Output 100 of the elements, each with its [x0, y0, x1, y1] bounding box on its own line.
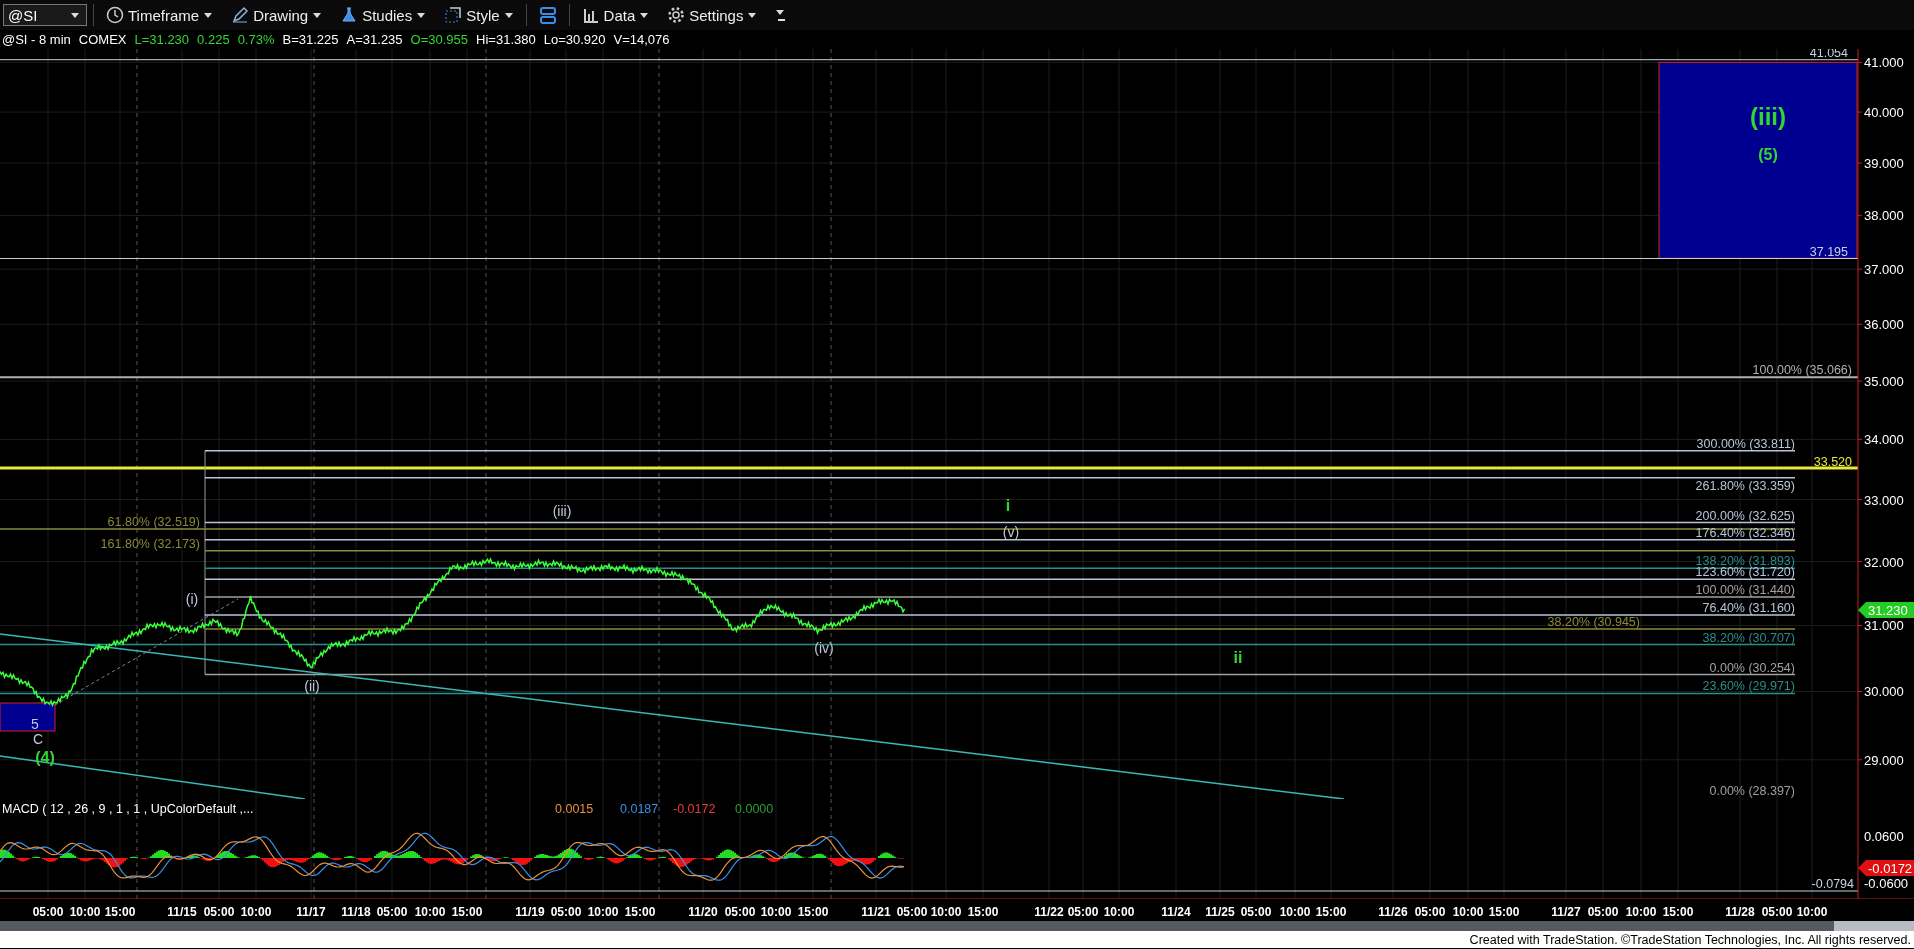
price-axis-label: 35.000	[1864, 374, 1904, 390]
time-axis-label: 15:00	[1488, 905, 1520, 919]
time-axis-label: 10:00	[930, 905, 962, 919]
toolbar-button[interactable]: Timeframe	[100, 3, 220, 27]
time-axis-label: 05:00	[203, 905, 235, 919]
price-axis-label: 39.000	[1864, 156, 1904, 172]
time-axis-label: 05:00	[1761, 905, 1793, 919]
time-axis-label: 11/22	[1034, 905, 1064, 919]
price-axis-label: 40.000	[1864, 105, 1904, 121]
macd-title: MACD ( 12 , 26 , 9 , 1 , 1 , UpColorDefault ,...	[2, 802, 254, 816]
caret-icon	[747, 10, 758, 20]
quote-value: @SI - 8 min	[2, 32, 71, 47]
toolbar-button[interactable]: Style	[438, 3, 520, 27]
toolbar-button[interactable]: Studies	[334, 3, 433, 27]
time-axis-label: 11/25	[1205, 905, 1235, 919]
dashed-square-icon	[444, 6, 463, 24]
price-axis-label: 34.000	[1864, 432, 1904, 448]
toolbar-button[interactable]: Drawing	[225, 3, 329, 27]
time-axis-label: 15:00	[624, 905, 656, 919]
caret-icon	[416, 10, 427, 20]
time-axis-label: 15:00	[104, 905, 136, 919]
bar-chart-icon	[581, 6, 600, 24]
time-axis-label: 15:00	[797, 905, 829, 919]
time-axis-label: 10:00	[1625, 905, 1657, 919]
fibonacci-level-label: 61.80% (32.519)	[107, 515, 200, 530]
time-axis-label: 10:00	[1452, 905, 1484, 919]
price-axis-label: 41.000	[1864, 55, 1904, 71]
fibonacci-level-label: 161.80% (32.173)	[100, 536, 200, 551]
quote-value: 0.73%	[237, 32, 275, 47]
fibonacci-level-label: 100.00% (31.440)	[1695, 583, 1795, 598]
flask-icon	[340, 6, 359, 24]
macd-axis-label: 0.0600	[1864, 829, 1904, 844]
price-level-label: 33.520	[1813, 455, 1852, 470]
price-level-label: -0.0794	[1811, 877, 1854, 891]
copyright-text: Created with TradeStation. ©TradeStation Technologies, Inc. All rights reserved.	[1469, 932, 1911, 947]
quote-value: B=31.225	[282, 32, 339, 47]
fibonacci-level-label: 0.00% (30.254)	[1709, 660, 1795, 675]
time-axis-label: 05:00	[1240, 905, 1272, 919]
price-axis-label: 31.000	[1864, 618, 1904, 634]
price-axis-label: 38.000	[1864, 208, 1904, 224]
price-axis-label: 36.000	[1864, 317, 1904, 333]
price-axis-label: 29.000	[1864, 752, 1904, 768]
price-axis-label: 30.000	[1864, 684, 1904, 700]
clock-icon	[106, 6, 124, 24]
time-axis-label: 10:00	[587, 905, 619, 919]
price-axis-label: 37.000	[1864, 262, 1904, 278]
quote-value: O=30.955	[410, 32, 469, 47]
price-level-label: 37.195	[1809, 244, 1848, 259]
time-axis-label: 05:00	[896, 905, 928, 919]
wave-label: 5	[31, 716, 39, 732]
symbol-dropdown[interactable]: @SI	[3, 4, 87, 26]
time-axis-label: 05:00	[1587, 905, 1619, 919]
wave-label: (i)	[185, 591, 199, 607]
time-axis-label: 10:00	[240, 905, 272, 919]
toolbar-button[interactable]: Data	[575, 3, 656, 27]
fibonacci-level-label: 38.20% (30.945)	[1547, 615, 1640, 630]
scrollbar-thumb[interactable]	[1834, 921, 1914, 931]
price-axis-label: 32.000	[1864, 554, 1904, 570]
time-axis-label: 11/21	[861, 905, 891, 919]
macd-axis-label: -0.0600	[1864, 876, 1909, 891]
wave-label: (ii)	[304, 678, 320, 694]
time-axis-label: 11/17	[296, 905, 326, 919]
macd-value: 0.0015	[555, 802, 594, 816]
time-axis-label: 05:00	[1067, 905, 1099, 919]
macd-value-tag: -0.0172	[1858, 860, 1914, 876]
time-axis-label: 11/24	[1161, 905, 1191, 919]
quote-value: 0.225	[197, 32, 230, 47]
fibonacci-level-label: 0.00% (28.397)	[1709, 784, 1795, 798]
quote-value: V=14,076	[613, 32, 670, 47]
time-axis-label: 15:00	[967, 905, 999, 919]
time-axis-label: 15:00	[1662, 905, 1694, 919]
time-axis-label: 05:00	[376, 905, 408, 919]
quote-value: COMEX	[78, 32, 127, 47]
fibonacci-level-label: 76.40% (31.160)	[1702, 601, 1795, 616]
wave-label: (iii)	[552, 503, 572, 519]
time-axis-label: 11/20	[688, 905, 718, 919]
price-level-label: 100.00% (35.066)	[1752, 363, 1852, 378]
fibonacci-level-label: 176.40% (32.346)	[1695, 525, 1795, 540]
settings-icon	[667, 6, 686, 24]
time-axis-label: 10:00	[760, 905, 792, 919]
time-axis-label: 10:00	[1796, 905, 1828, 919]
price-axis-label: 33.000	[1864, 492, 1904, 508]
time-axis-label: 11/18	[341, 905, 371, 919]
macd-value: -0.0172	[673, 802, 716, 816]
caret-icon	[203, 10, 214, 20]
wave-label: (4)	[35, 749, 55, 766]
scrollbar[interactable]	[0, 921, 1914, 931]
wave-label: (5)	[1758, 146, 1778, 163]
time-axis-label: 10:00	[1279, 905, 1311, 919]
wave-label: (iii)	[1750, 103, 1786, 130]
caret-icon	[70, 10, 80, 20]
time-axis-label: 11/19	[515, 905, 545, 919]
time-axis-label: 10:00	[69, 905, 101, 919]
toolbar-button[interactable]: Settings	[661, 3, 764, 27]
time-axis-label: 11/27	[1551, 905, 1581, 919]
wave-label: (iv)	[814, 640, 834, 656]
time-axis-label: 11/15	[167, 905, 197, 919]
macd-value: 0.0187	[620, 802, 659, 816]
time-axis-label: 05:00	[32, 905, 64, 919]
time-axis-label: 05:00	[550, 905, 582, 919]
